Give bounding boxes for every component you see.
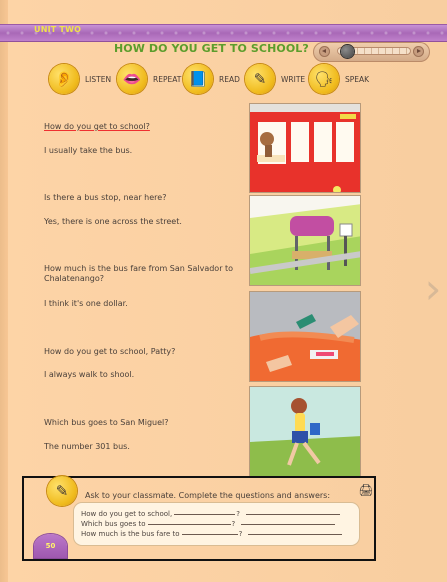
left-page-rail <box>0 0 8 582</box>
answer-blank-line[interactable] <box>245 513 340 515</box>
dialogue-question: Is there a bus stop, near here? <box>44 193 167 202</box>
dialogue-question: Which bus goes to San Miguel? <box>44 418 169 427</box>
unit-label: UNIT TWO <box>34 25 82 34</box>
speak-button[interactable]: 🗣 SPEAK <box>309 64 370 94</box>
pencil-icon: ✎ <box>245 64 275 94</box>
play-icon[interactable] <box>413 46 424 57</box>
question-mark: ? <box>236 510 240 518</box>
ear-icon: 👂 <box>49 64 79 94</box>
dialogue-question: How do you get to school? <box>44 122 150 131</box>
write-button[interactable]: ✎ WRITE <box>245 64 306 94</box>
activity-question-prompt: Which bus goes to <box>81 520 146 528</box>
question-mark: ? <box>238 530 243 538</box>
activity-question-row: How do you get to school,? <box>81 510 340 518</box>
question-blank-line[interactable] <box>174 513 236 515</box>
dialogue-question: How much is the bus fare from San Salvad… <box>44 264 234 283</box>
answer-blank-line[interactable] <box>248 533 343 535</box>
answer-blank-line[interactable] <box>241 523 336 525</box>
dialogue-answer: I always walk to shool. <box>44 370 135 379</box>
page-number-badge: 50 <box>34 534 67 558</box>
listen-label: LISTEN <box>85 74 112 84</box>
listen-button[interactable]: 👂 LISTEN <box>49 64 112 94</box>
bus-stop-illustration <box>249 195 361 286</box>
activity-instruction: Ask to your classmate. Complete the ques… <box>85 491 331 500</box>
next-page-arrow-icon[interactable]: › <box>421 268 445 310</box>
book-icon: 📘 <box>183 64 213 94</box>
repeat-label: REPEAT <box>153 74 182 84</box>
girl-walking-illustration <box>249 386 361 477</box>
read-button[interactable]: 📘 READ <box>183 64 240 94</box>
activity-question-prompt: How much is the bus fare to <box>81 530 180 538</box>
bus-fare-illustration <box>249 291 361 382</box>
repeat-button[interactable]: 👄 REPEAT <box>117 64 182 94</box>
print-icon[interactable]: 🖨 <box>358 482 374 498</box>
activity-question-prompt: How do you get to school, <box>81 510 173 518</box>
write-activity-icon: ✎ <box>47 476 77 506</box>
dialogue-answer: Yes, there is one across the street. <box>44 217 182 226</box>
audio-player[interactable] <box>313 42 430 62</box>
speech-icon: 🗣 <box>309 64 339 94</box>
activity-question-card: How do you get to school,? Which bus goe… <box>74 503 359 545</box>
write-label: WRITE <box>281 74 306 84</box>
read-label: READ <box>219 74 240 84</box>
bus-window-illustration <box>249 103 361 193</box>
audio-progress-knob[interactable] <box>341 45 354 58</box>
rewind-icon[interactable] <box>319 46 330 57</box>
question-blank-line[interactable] <box>147 523 231 525</box>
activity-question-row: Which bus goes to? <box>81 520 336 528</box>
question-mark: ? <box>231 520 236 528</box>
dialogue-answer: I usually take the bus. <box>44 146 133 155</box>
dialogue-question: How do you get to school, Patty? <box>44 347 176 356</box>
activity-question-row: How much is the bus fare to? <box>81 530 343 538</box>
dialogue-answer: The number 301 bus. <box>44 442 130 451</box>
question-blank-line[interactable] <box>181 533 238 535</box>
speak-label: SPEAK <box>345 74 370 84</box>
page-title: HOW DO YOU GET TO SCHOOL? <box>114 42 309 55</box>
mouth-icon: 👄 <box>117 64 147 94</box>
dialogue-answer: I think it's one dollar. <box>44 299 128 308</box>
